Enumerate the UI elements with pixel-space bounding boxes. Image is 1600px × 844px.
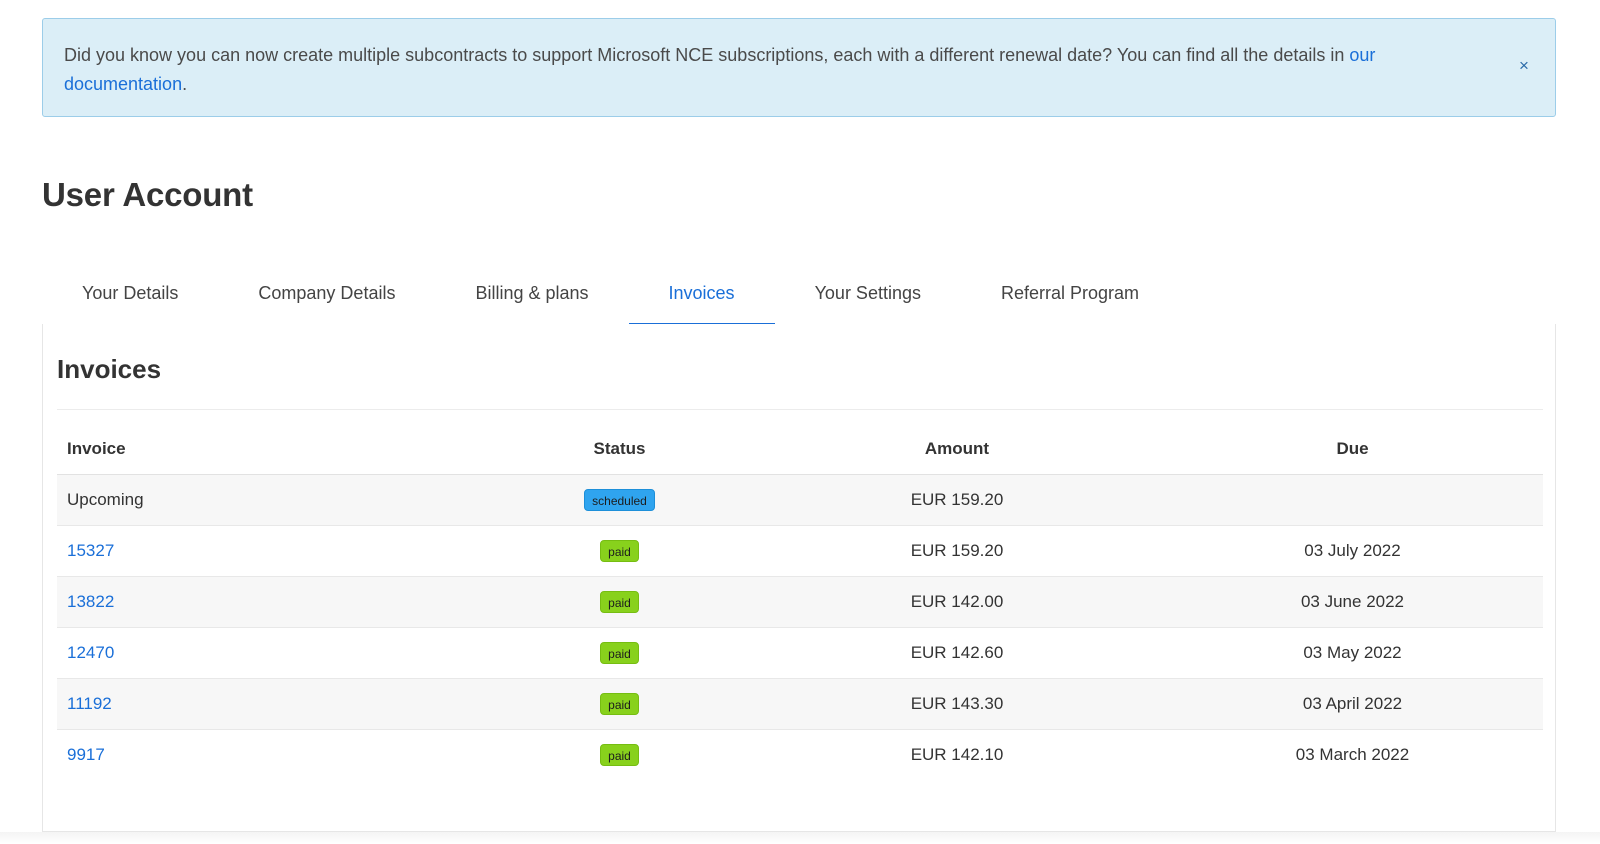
invoice-label: Upcoming (67, 489, 144, 509)
alert-suffix: . (182, 74, 188, 94)
tab-company-details[interactable]: Company Details (218, 268, 435, 325)
due-cell (1162, 474, 1543, 526)
tab-referral-program[interactable]: Referral Program (961, 268, 1179, 325)
invoice-cell: 15327 (57, 525, 487, 577)
user-account-page: Did you know you can now create multiple… (0, 0, 1600, 844)
due-cell: 03 May 2022 (1162, 627, 1543, 679)
status-cell: paid (487, 627, 752, 679)
invoice-link[interactable]: 9917 (67, 745, 105, 764)
table-row: Upcoming scheduled EUR 159.20 (57, 474, 1543, 526)
column-header-amount: Amount (752, 424, 1162, 475)
invoices-panel: Invoices Invoice Status Amount Due Upcom… (42, 324, 1556, 832)
amount-cell: EUR 159.20 (752, 474, 1162, 526)
status-badge: paid (600, 590, 639, 613)
invoice-cell: 12470 (57, 627, 487, 679)
amount-cell: EUR 159.20 (752, 525, 1162, 577)
info-alert: Did you know you can now create multiple… (42, 18, 1556, 117)
invoice-cell: 11192 (57, 678, 487, 730)
status-badge: paid (600, 692, 639, 715)
status-badge: paid (600, 641, 639, 664)
invoice-link[interactable]: 11192 (67, 694, 112, 713)
invoices-table: Invoice Status Amount Due Upcoming sched… (57, 424, 1543, 780)
invoice-link[interactable]: 12470 (67, 643, 114, 662)
status-badge: scheduled (584, 488, 655, 511)
column-header-status: Status (487, 424, 752, 475)
panel-divider (57, 409, 1543, 410)
table-header-row: Invoice Status Amount Due (57, 424, 1543, 475)
status-cell: paid (487, 729, 752, 780)
tab-your-details[interactable]: Your Details (42, 268, 218, 325)
due-cell: 03 June 2022 (1162, 576, 1543, 628)
invoice-cell: 9917 (57, 729, 487, 780)
footer-shadow (0, 832, 1600, 844)
table-row: 11192 paid EUR 143.30 03 April 2022 (57, 678, 1543, 730)
alert-text: Did you know you can now create multiple… (64, 45, 1350, 65)
amount-cell: EUR 142.00 (752, 576, 1162, 628)
tab-your-settings[interactable]: Your Settings (775, 268, 961, 325)
amount-cell: EUR 142.10 (752, 729, 1162, 780)
invoice-link[interactable]: 13822 (67, 592, 114, 611)
amount-cell: EUR 143.30 (752, 678, 1162, 730)
status-badge: paid (600, 743, 639, 766)
status-cell: paid (487, 525, 752, 577)
due-cell: 03 April 2022 (1162, 678, 1543, 730)
tab-invoices[interactable]: Invoices (628, 268, 775, 325)
table-row: 12470 paid EUR 142.60 03 May 2022 (57, 627, 1543, 679)
table-row: 13822 paid EUR 142.00 03 June 2022 (57, 576, 1543, 628)
column-header-invoice: Invoice (57, 424, 487, 475)
due-cell: 03 July 2022 (1162, 525, 1543, 577)
due-cell: 03 March 2022 (1162, 729, 1543, 780)
invoice-link[interactable]: 15327 (67, 541, 114, 560)
close-icon[interactable]: × (1515, 57, 1533, 75)
status-cell: paid (487, 678, 752, 730)
invoice-cell: Upcoming (57, 474, 487, 526)
account-tabs: Your Details Company Details Billing & p… (42, 268, 1556, 325)
status-cell: scheduled (487, 474, 752, 526)
status-cell: paid (487, 576, 752, 628)
status-badge: paid (600, 539, 639, 562)
invoice-cell: 13822 (57, 576, 487, 628)
page-title: User Account (42, 176, 253, 213)
amount-cell: EUR 142.60 (752, 627, 1162, 679)
column-header-due: Due (1162, 424, 1543, 475)
table-row: 15327 paid EUR 159.20 03 July 2022 (57, 525, 1543, 577)
invoices-title: Invoices (57, 354, 162, 384)
table-row: 9917 paid EUR 142.10 03 March 2022 (57, 729, 1543, 780)
tab-billing-plans[interactable]: Billing & plans (435, 268, 628, 325)
